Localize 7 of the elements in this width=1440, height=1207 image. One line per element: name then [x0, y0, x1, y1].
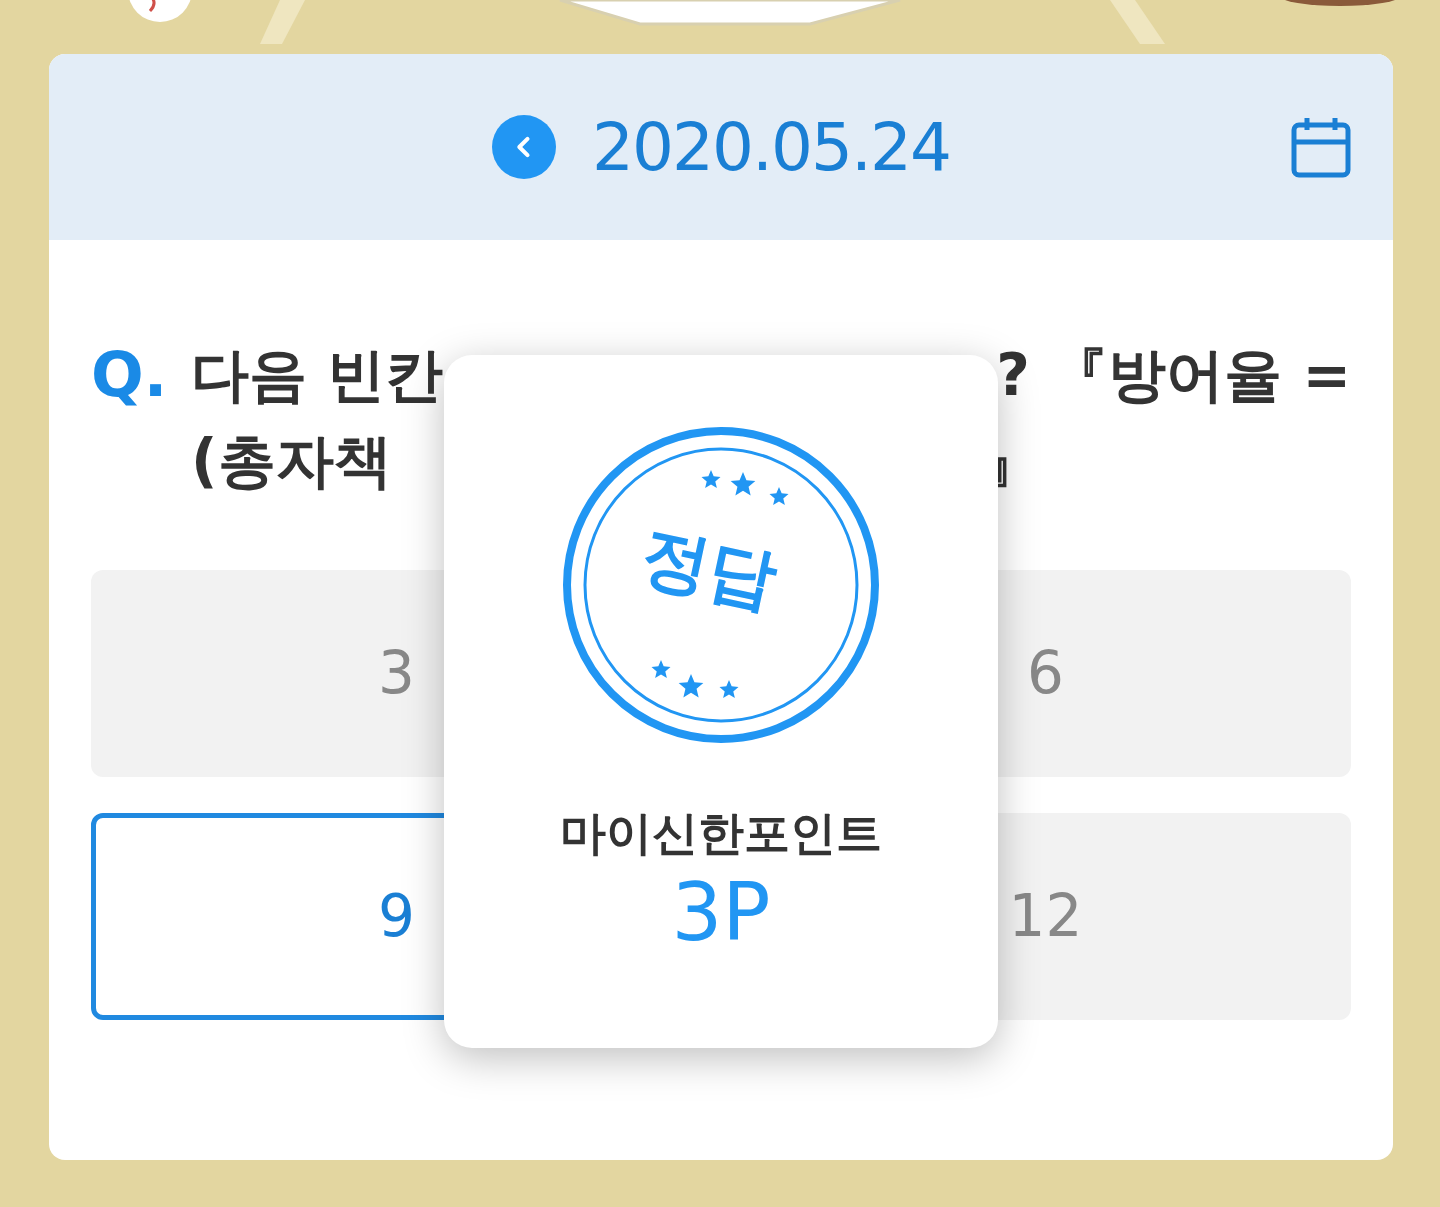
question-text: 다음 빈칸 [191, 340, 444, 411]
question-text: (총자책 [191, 426, 392, 497]
question-text: ? 『방어율 = [996, 340, 1351, 411]
calendar-icon[interactable] [1291, 116, 1351, 178]
stamp-icon [561, 425, 881, 745]
question-mark: Q. [91, 337, 169, 413]
date-title: 2020.05.24 [592, 107, 950, 188]
